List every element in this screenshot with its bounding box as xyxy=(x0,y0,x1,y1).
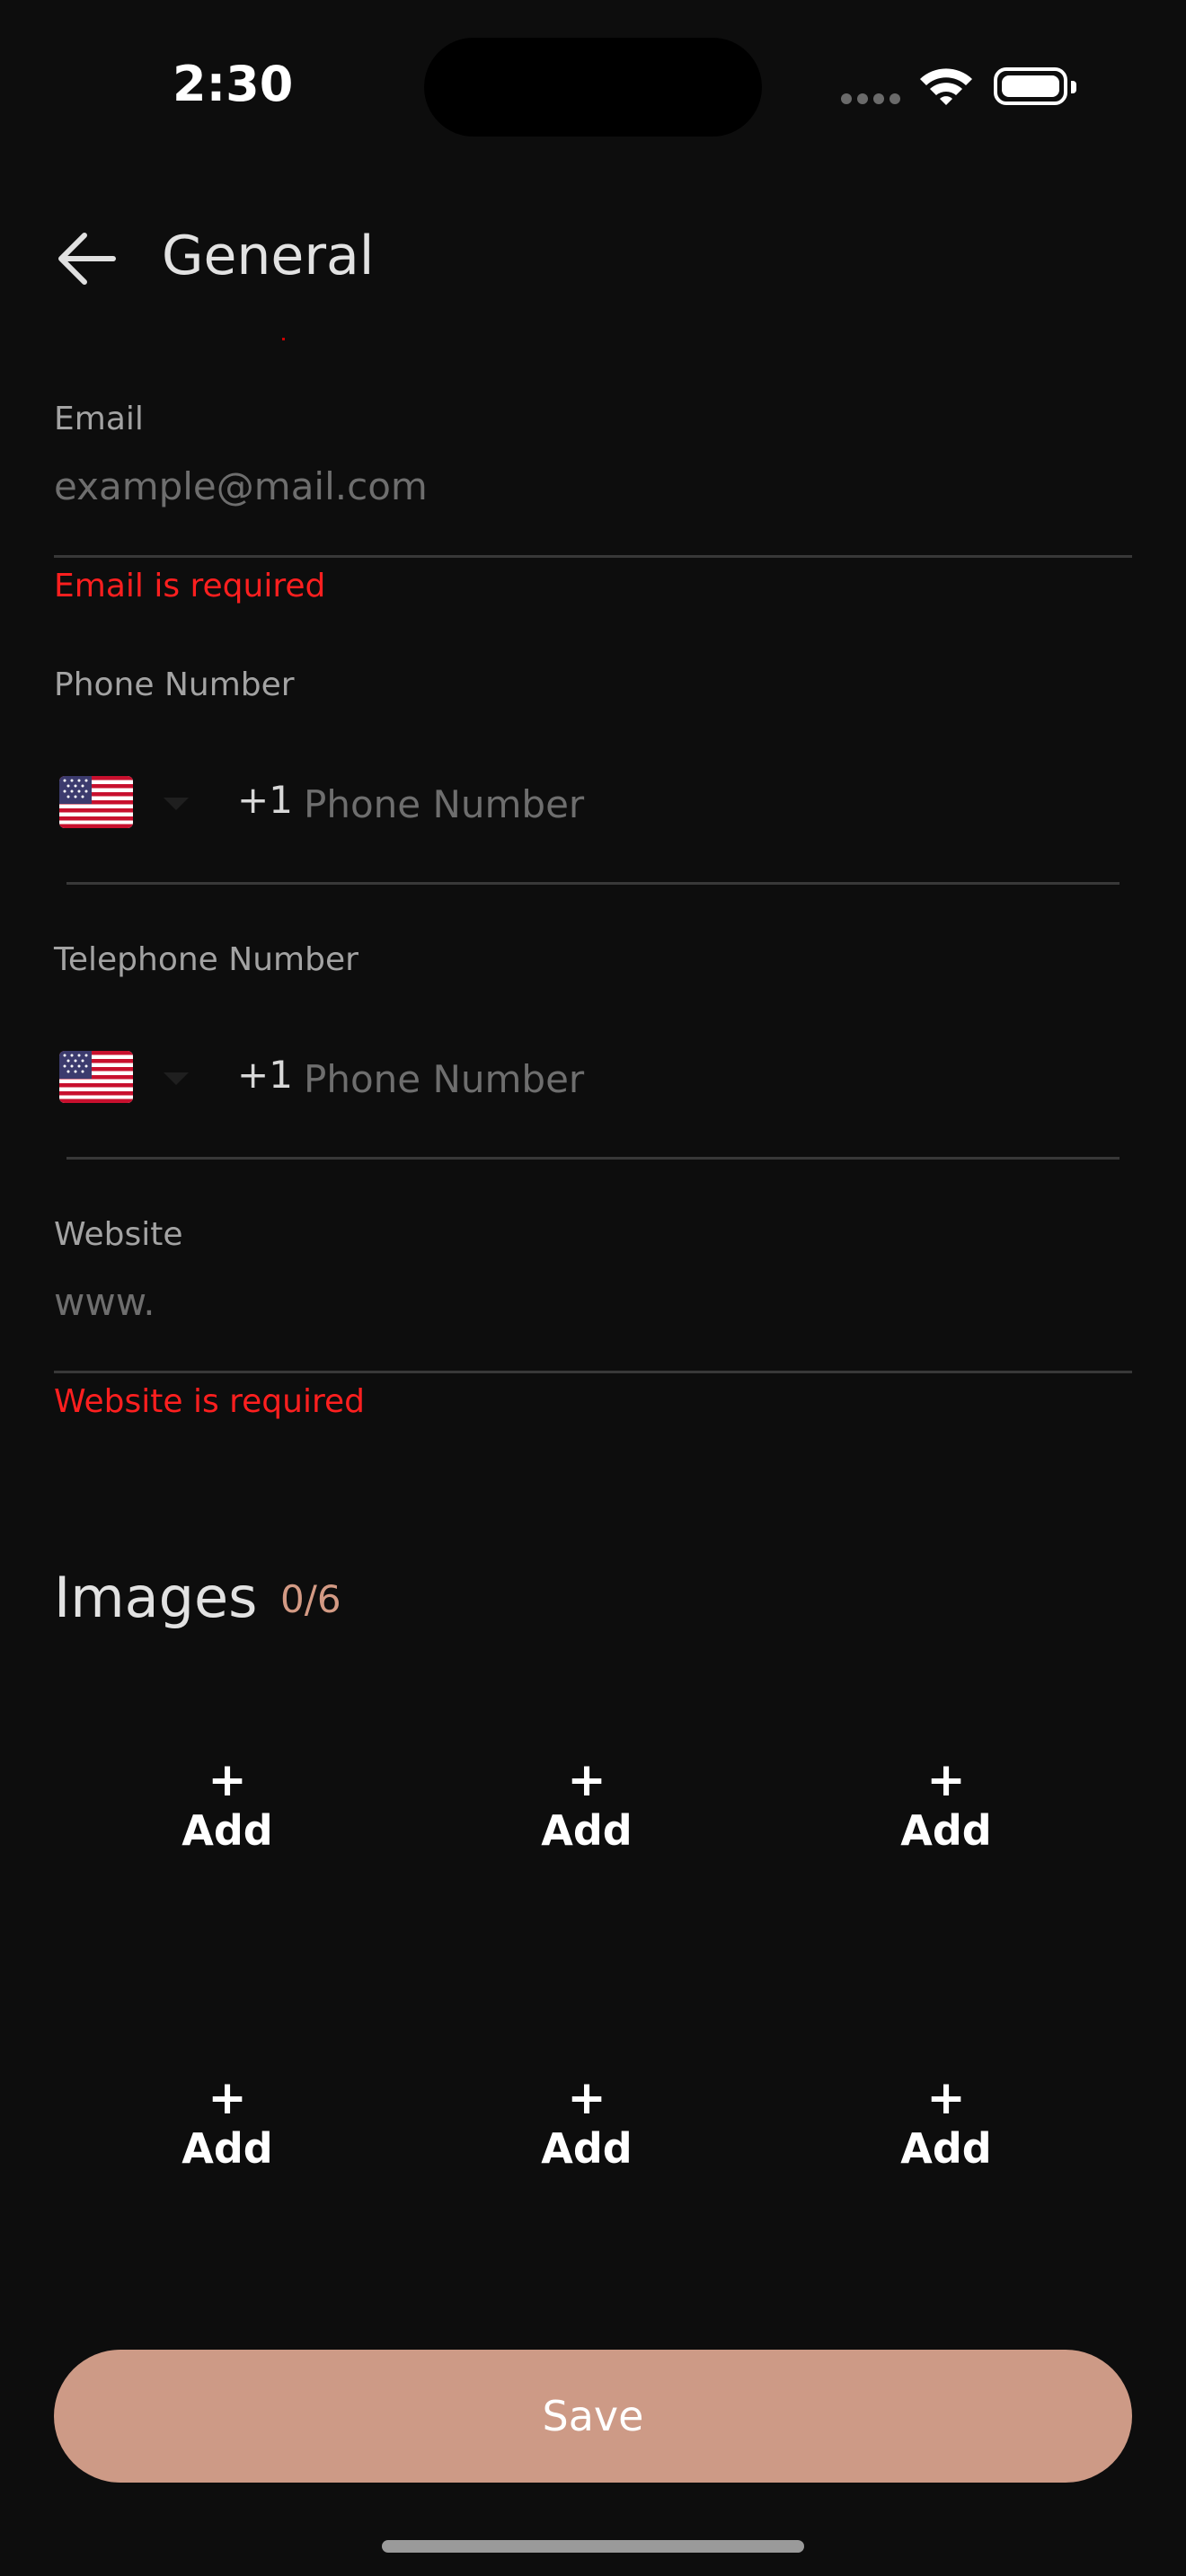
phone-dial-code: +1 xyxy=(237,778,293,822)
dynamic-island xyxy=(424,38,762,137)
add-image-button[interactable]: + Add xyxy=(798,1990,1094,2260)
telephone-label: Telephone Number xyxy=(54,941,358,978)
chevron-down-icon xyxy=(164,1072,189,1085)
status-time: 2:30 xyxy=(173,56,294,112)
website-input[interactable] xyxy=(54,1270,1132,1333)
home-indicator[interactable] xyxy=(382,2540,804,2553)
save-button[interactable]: Save xyxy=(54,2350,1132,2483)
email-error: Email is required xyxy=(54,568,326,604)
status-bar: 2:30 xyxy=(0,0,1186,180)
images-title: Images xyxy=(54,1565,258,1630)
back-arrow-icon[interactable] xyxy=(54,230,122,287)
plus-icon: + xyxy=(567,1753,606,1807)
phone-label: Phone Number xyxy=(54,666,295,703)
email-label: Email xyxy=(54,401,144,437)
plus-icon: + xyxy=(208,2071,247,2125)
add-image-label: Add xyxy=(900,1806,992,1855)
telephone-underline xyxy=(66,1157,1120,1160)
website-underline xyxy=(54,1371,1132,1373)
phone-input[interactable] xyxy=(304,772,1112,835)
email-input[interactable] xyxy=(54,454,1132,517)
battery-icon xyxy=(994,67,1076,105)
add-image-label: Add xyxy=(541,2124,633,2173)
plus-icon: + xyxy=(926,2071,966,2125)
phone-country-picker[interactable] xyxy=(59,772,203,835)
page-title: General xyxy=(162,225,375,287)
telephone-country-picker[interactable] xyxy=(59,1047,203,1110)
telephone-input[interactable] xyxy=(304,1047,1112,1110)
add-image-button[interactable]: + Add xyxy=(438,1990,735,2260)
images-count: 0/6 xyxy=(280,1577,341,1621)
website-label: Website xyxy=(54,1216,183,1253)
website-error: Website is required xyxy=(54,1383,365,1420)
add-image-button[interactable]: + Add xyxy=(438,1672,735,1942)
plus-icon: + xyxy=(567,2071,606,2125)
add-image-button[interactable]: + Add xyxy=(79,1672,376,1942)
add-image-label: Add xyxy=(900,2124,992,2173)
plus-icon: + xyxy=(208,1753,247,1807)
add-image-button[interactable]: + Add xyxy=(79,1990,376,2260)
add-image-label: Add xyxy=(541,1806,633,1855)
phone-underline xyxy=(66,882,1120,885)
wifi-icon xyxy=(920,68,972,105)
divider-mark xyxy=(282,338,285,340)
us-flag-icon xyxy=(59,1051,133,1103)
add-image-label: Add xyxy=(181,1806,273,1855)
cellular-signal-icon xyxy=(841,93,900,104)
add-image-button[interactable]: + Add xyxy=(798,1672,1094,1942)
plus-icon: + xyxy=(926,1753,966,1807)
chevron-down-icon xyxy=(164,798,189,810)
add-image-label: Add xyxy=(181,2124,273,2173)
telephone-dial-code: +1 xyxy=(237,1053,293,1097)
email-underline xyxy=(54,555,1132,558)
us-flag-icon xyxy=(59,776,133,828)
